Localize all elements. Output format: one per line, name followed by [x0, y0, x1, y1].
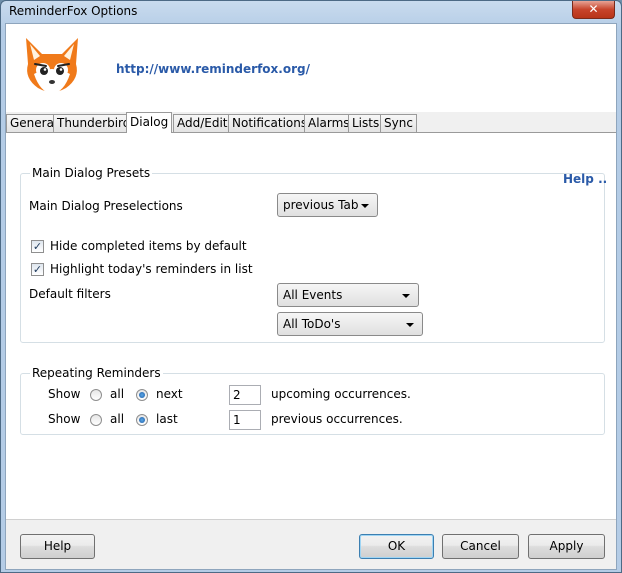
next-label: next [156, 387, 183, 401]
all-radio-last[interactable] [90, 414, 102, 426]
tab-add-edit[interactable]: Add/Edit [173, 114, 232, 133]
cancel-button[interactable]: Cancel [442, 534, 519, 559]
tab-thunderbird[interactable]: Thunderbird [53, 114, 135, 133]
highlight-today-checkbox[interactable]: ✓ [31, 263, 44, 276]
highlight-today-label: Highlight today's reminders in list [50, 262, 253, 276]
chevron-down-icon [406, 323, 414, 327]
dialog-client-area: http://www.reminderfox.org/ General Thun… [5, 23, 617, 570]
previous-suffix-label: previous occurrences. [271, 412, 403, 426]
events-filter-value: All Events [283, 288, 343, 302]
main-presets-title: Main Dialog Presets [30, 166, 153, 180]
apply-button[interactable]: Apply [528, 534, 605, 559]
last-radio[interactable] [136, 414, 148, 426]
preselections-label: Main Dialog Preselections [29, 199, 183, 213]
all-radio-next[interactable] [90, 389, 102, 401]
todos-filter-value: All ToDo's [283, 317, 341, 331]
tab-sync[interactable]: Sync [380, 114, 417, 133]
hide-completed-label: Hide completed items by default [50, 239, 247, 253]
help-button[interactable]: Help [20, 534, 95, 559]
window-title: ReminderFox Options [9, 4, 138, 18]
hide-completed-checkbox[interactable]: ✓ [31, 240, 44, 253]
tab-alarms[interactable]: Alarms [304, 114, 354, 133]
show-label-next: Show [48, 387, 81, 401]
chevron-down-icon [402, 294, 410, 298]
all-label-next: all [110, 387, 125, 401]
tab-bar: General Thunderbird Dialog Add/Edit Noti… [6, 112, 616, 133]
header-band: http://www.reminderfox.org/ [6, 24, 616, 112]
title-bar[interactable]: ReminderFox Options ✕ [1, 1, 621, 23]
events-filter-dropdown[interactable]: All Events [277, 283, 419, 307]
upcoming-count-input[interactable]: 2 [229, 385, 261, 405]
todos-filter-dropdown[interactable]: All ToDo's [277, 312, 423, 336]
help-link[interactable]: Help .. [563, 172, 607, 186]
ok-button[interactable]: OK [359, 534, 434, 559]
preselections-value: previous Tab [283, 198, 359, 212]
all-label-last: all [110, 412, 125, 426]
tab-notifications[interactable]: Notifications [228, 114, 312, 133]
upcoming-suffix-label: upcoming occurrences. [271, 387, 411, 401]
tab-lists[interactable]: Lists [348, 114, 384, 133]
tab-dialog[interactable]: Dialog [126, 112, 173, 133]
last-label: last [156, 412, 178, 426]
website-link[interactable]: http://www.reminderfox.org/ [116, 62, 310, 76]
next-radio[interactable] [136, 389, 148, 401]
default-filters-label: Default filters [29, 287, 111, 301]
options-window: ReminderFox Options ✕ http://www.reminde… [0, 0, 622, 573]
show-label-last: Show [48, 412, 81, 426]
previous-count-input[interactable]: 1 [229, 410, 261, 430]
fox-logo-icon [26, 38, 78, 94]
preselections-dropdown[interactable]: previous Tab [277, 193, 378, 217]
close-button[interactable]: ✕ [572, 1, 615, 19]
close-icon: ✕ [588, 2, 599, 16]
dialog-tab-panel: Main Dialog Presets Help .. Main Dialog … [6, 132, 616, 520]
chevron-down-icon [361, 204, 369, 208]
repeating-title: Repeating Reminders [30, 366, 163, 380]
